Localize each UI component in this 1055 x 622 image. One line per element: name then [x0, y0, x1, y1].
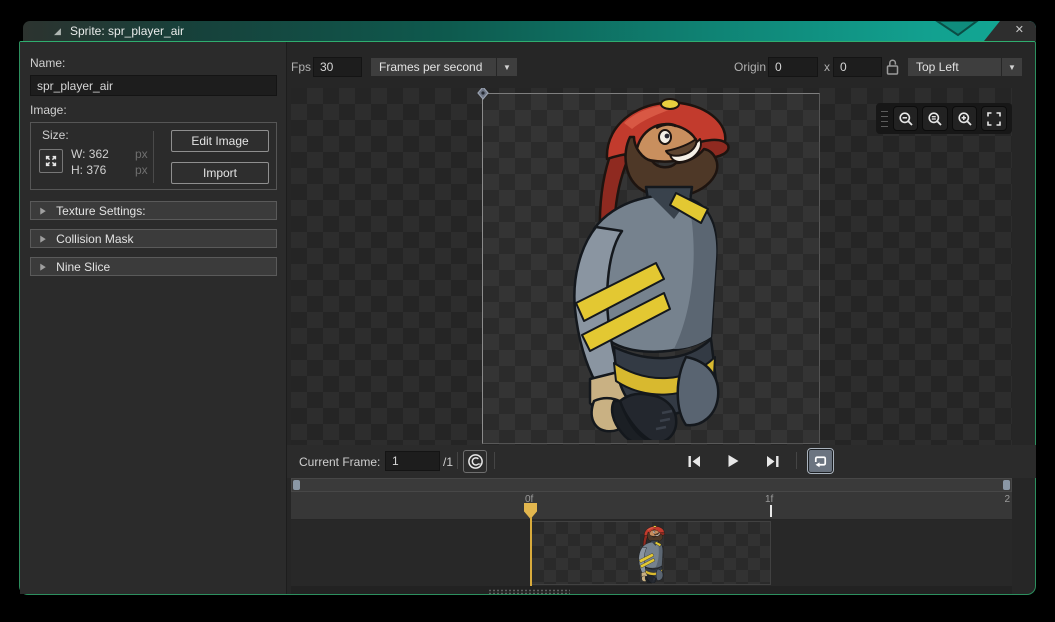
height-unit: px	[135, 163, 148, 177]
edit-image-button[interactable]: Edit Image	[171, 130, 269, 152]
go-to-first-frame-button[interactable]	[684, 452, 704, 470]
origin-preset-value: Top Left	[916, 60, 959, 74]
sprite-frame-bounds	[482, 93, 820, 444]
nine-slice-section[interactable]: ▶ Nine Slice	[30, 257, 277, 276]
playhead-line	[530, 517, 532, 586]
skip-to-start-icon	[688, 455, 700, 467]
playback-mode-select[interactable]: Frames per second ▼	[370, 57, 518, 77]
scrollbar-left-handle[interactable]	[293, 480, 300, 490]
panel-resize-grip[interactable]	[488, 589, 570, 594]
frame-thumbnail	[636, 525, 668, 583]
chevron-right-icon: ▶	[40, 261, 46, 272]
playback-mode-value: Frames per second	[379, 60, 483, 74]
tick-2: 2	[1004, 494, 1010, 505]
scrollbar-right-handle[interactable]	[1003, 480, 1010, 490]
current-frame-label: Current Frame:	[299, 455, 381, 469]
window-titlebar[interactable]: ◢ Sprite: spr_player_air ✕	[23, 21, 1036, 41]
nine-slice-label: Nine Slice	[56, 259, 111, 274]
width-value: W: 362	[71, 147, 109, 161]
divider	[494, 452, 495, 469]
tick-1f: 1f	[765, 494, 774, 505]
close-button-region: ✕	[984, 21, 1036, 41]
frame-total-label: /1	[443, 455, 454, 469]
expand-arrows-icon	[45, 155, 57, 167]
close-button[interactable]: ✕	[1015, 21, 1024, 41]
onion-skin-button[interactable]	[463, 450, 487, 473]
texture-settings-section[interactable]: ▶ Texture Settings:	[30, 201, 277, 220]
timeline-scrollbar[interactable]	[291, 478, 1012, 492]
timeline-track	[291, 520, 1012, 586]
onion-skin-icon	[467, 454, 483, 469]
frame-control-bar: Current Frame: /1	[287, 445, 1036, 478]
texture-settings-label: Texture Settings:	[56, 203, 146, 218]
zoom-in-button[interactable]	[951, 106, 978, 131]
timeline-bottom-strip	[291, 586, 1012, 594]
go-to-last-frame-button[interactable]	[762, 452, 782, 470]
sprite-properties-panel: Name: Image: Size: W: 362 px H: 376 px	[20, 42, 287, 594]
fit-brackets-icon	[987, 111, 1002, 126]
fit-to-window-button[interactable]	[981, 106, 1007, 131]
height-value: H: 376	[71, 163, 107, 177]
chevron-down-icon: ▼	[496, 58, 517, 76]
collision-mask-section[interactable]: ▶ Collision Mask	[30, 229, 277, 248]
chevron-right-icon: ▶	[40, 205, 46, 216]
sprite-name-input[interactable]	[30, 75, 277, 96]
width-unit: px	[135, 147, 148, 161]
origin-label: Origin	[734, 60, 767, 74]
tick-1f-mark	[770, 505, 772, 517]
origin-separator: x	[824, 60, 830, 74]
zoom-reset-button[interactable]	[922, 106, 948, 131]
image-size-group: Size: W: 362 px H: 376 px Edit Image Imp…	[30, 122, 277, 190]
loop-toggle-button[interactable]	[807, 448, 834, 474]
magnifier-reset-icon	[928, 111, 942, 126]
chevron-right-icon: ▶	[40, 233, 46, 244]
loop-icon	[814, 456, 827, 468]
zoom-out-button[interactable]	[892, 106, 919, 131]
collision-mask-label: Collision Mask	[56, 231, 134, 246]
origin-x-input[interactable]	[768, 57, 818, 77]
canvas-zoom-toolbar	[876, 103, 1012, 134]
play-icon	[728, 455, 739, 467]
window-collapse-icon[interactable]: ◢	[54, 25, 61, 37]
sprite-image	[558, 95, 748, 440]
fps-label: Fps	[291, 60, 312, 74]
origin-marker-icon[interactable]	[475, 88, 491, 102]
image-label: Image:	[30, 103, 67, 117]
chevron-down-icon: ▼	[1001, 58, 1022, 76]
magnifier-plus-icon	[958, 111, 972, 126]
sprite-canvas	[291, 88, 1012, 445]
origin-preset-select[interactable]: Top Left ▼	[907, 57, 1023, 77]
unlocked-padlock-icon	[886, 59, 899, 75]
timeline-ruler: 0f 1f 2	[291, 492, 1012, 520]
size-label: Size:	[42, 128, 69, 142]
import-button[interactable]: Import	[171, 162, 269, 184]
name-label: Name:	[30, 56, 66, 70]
divider	[457, 452, 458, 469]
fps-input[interactable]	[313, 57, 362, 77]
current-frame-input[interactable]	[385, 451, 440, 471]
size-group-divider	[153, 131, 154, 183]
origin-y-input[interactable]	[833, 57, 882, 77]
screenshot-stage: ◢ Sprite: spr_player_air ✕ Name: Image: …	[0, 0, 1055, 622]
window-title: Sprite: spr_player_air	[70, 24, 185, 38]
divider	[796, 452, 797, 469]
resize-sprite-button[interactable]	[39, 149, 63, 173]
frame-0-cell[interactable]	[531, 521, 771, 585]
play-button[interactable]	[723, 452, 743, 470]
toolbar-drag-handle[interactable]	[881, 110, 889, 127]
magnifier-minus-icon	[899, 111, 913, 126]
origin-lock-button[interactable]	[885, 58, 900, 76]
titlebar-notch-icon	[935, 21, 979, 37]
skip-to-end-icon	[766, 455, 778, 467]
